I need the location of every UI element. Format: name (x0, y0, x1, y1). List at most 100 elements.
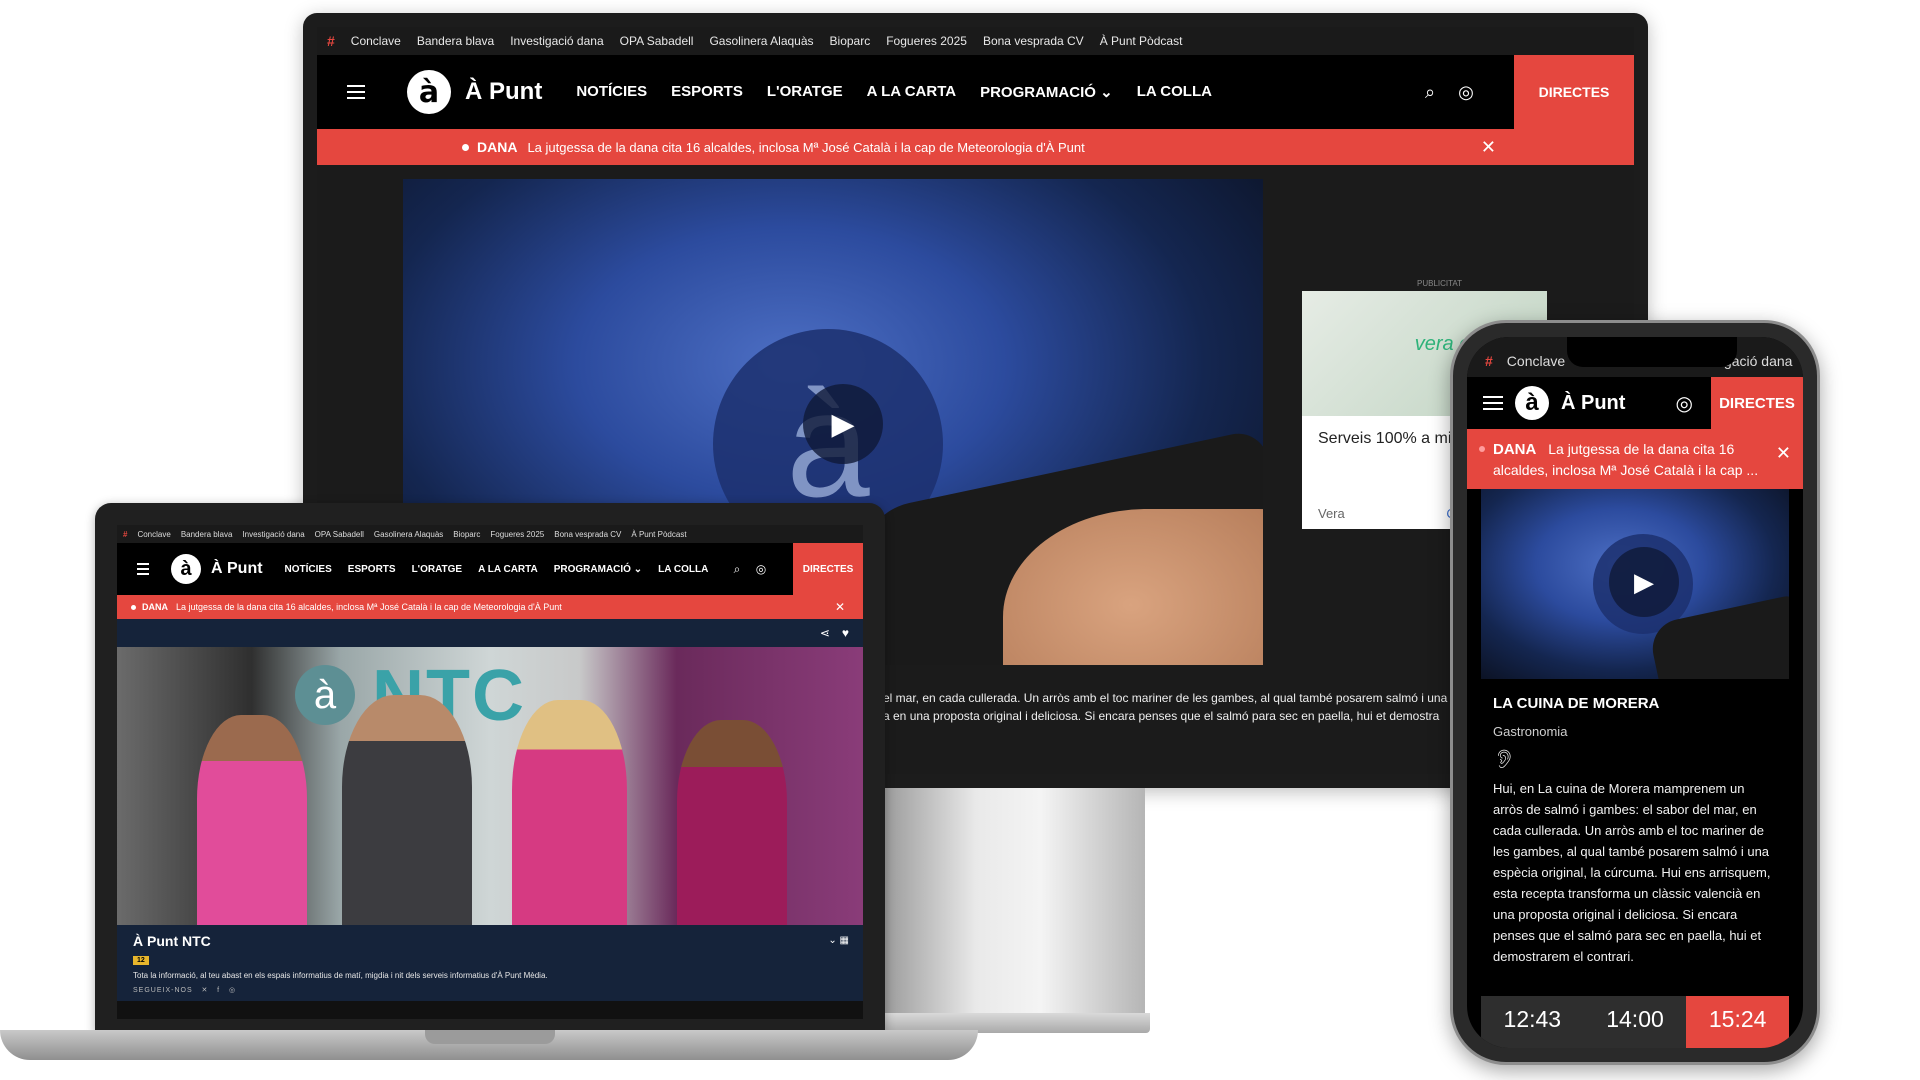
device-mockup: # Conclave Bandera blava Investigació da… (0, 0, 1920, 1080)
topbar: # Conclave Bandera blava Investigació da… (317, 27, 1634, 55)
close-icon[interactable]: ✕ (1481, 137, 1496, 158)
topbar-link[interactable]: OPA Sabadell (620, 34, 694, 48)
topbar-link[interactable]: Fogueres 2025 (490, 530, 544, 539)
instagram-icon[interactable]: ◎ (223, 987, 236, 994)
directes-button[interactable]: DIRECTES (793, 543, 863, 595)
logo-mark: à (295, 665, 355, 725)
x-icon[interactable]: ✕ (196, 987, 209, 994)
alert-banner[interactable]: DANA La jutgessa de la dana cita 16 alca… (1467, 429, 1803, 489)
chevron-down-icon: ⌄ (633, 563, 643, 575)
heart-icon[interactable]: ♥ (842, 626, 849, 640)
schedule-time[interactable]: 12:43 (1481, 996, 1584, 1048)
laptop: # Conclave Bandera blava Investigació da… (95, 503, 885, 1033)
program-title: À Punt NTC (133, 933, 211, 949)
user-icon[interactable]: ◎ (1676, 391, 1693, 416)
topbar-link[interactable]: À Punt Pòdcast (1100, 34, 1183, 48)
nav-item-noticies[interactable]: NOTÍCIES (285, 564, 332, 575)
program-title: LA CUINA DE MORERA (1493, 695, 1660, 712)
topbar-link[interactable]: Bona vesprada CV (554, 530, 621, 539)
directes-button[interactable]: DIRECTES (1711, 377, 1803, 429)
alert-tag: DANA (1493, 441, 1537, 458)
nav-item-oratge[interactable]: L'ORATGE (767, 83, 843, 101)
navbar: à À Punt NOTÍCIES ESPORTS L'ORATGE A LA … (317, 55, 1634, 129)
topbar-link[interactable]: Bioparc (453, 530, 480, 539)
nav-item-esports[interactable]: ESPORTS (348, 564, 396, 575)
nav-item-esports[interactable]: ESPORTS (671, 83, 743, 101)
logo[interactable]: à À Punt (407, 70, 542, 114)
user-icon[interactable]: ◎ (749, 562, 773, 576)
social-label: SEGUEIX-NOS (133, 987, 193, 994)
alert-dot (131, 604, 136, 610)
topbar-link[interactable]: OPA Sabadell (315, 530, 364, 539)
logo-mark: à (407, 70, 451, 114)
schedule-time-current[interactable]: 15:24 (1686, 996, 1790, 1048)
nav-actions: ⌕ ◎ DIRECTES (1412, 55, 1634, 129)
share-icon[interactable]: ⋖ (820, 626, 830, 640)
menu-icon[interactable] (347, 85, 365, 99)
topbar-link[interactable]: Bandera blava (181, 530, 233, 539)
user-icon[interactable]: ◎ (1448, 82, 1484, 103)
video-player[interactable]: ▶ (1481, 489, 1789, 679)
topbar-link[interactable]: Gasolinera Alaquàs (374, 530, 443, 539)
facebook-icon[interactable]: f (211, 987, 220, 994)
alert-text[interactable]: La jutgessa de la dana cita 16 alcaldes,… (527, 140, 1084, 155)
chevron-down-icon: ⌄ (1100, 84, 1113, 101)
topbar-link[interactable]: Conclave (351, 34, 401, 48)
nav-item-programacio[interactable]: PROGRAMACIÓ ⌄ (554, 564, 642, 575)
close-icon[interactable]: ✕ (1776, 443, 1791, 463)
presenter-image (677, 720, 787, 925)
logo-mark: à (171, 554, 201, 584)
hash-icon: # (1485, 353, 1493, 369)
nav-item-programacio[interactable]: PROGRAMACIÓ ⌄ (980, 83, 1113, 101)
topbar-link[interactable]: Bona vesprada CV (983, 34, 1084, 48)
topbar-link[interactable]: Investigació dana (510, 34, 603, 48)
schedule-time[interactable]: 14:00 (1583, 996, 1687, 1048)
topbar-link[interactable]: Conclave (1507, 353, 1565, 369)
main-nav: NOTÍCIES ESPORTS L'ORATGE A LA CARTA PRO… (285, 564, 709, 575)
menu-icon[interactable] (137, 563, 149, 575)
topbar-link[interactable]: Bandera blava (417, 34, 494, 48)
program-info: À Punt NTC 12 Tota la informació, al teu… (117, 925, 863, 1001)
program-category[interactable]: Gastronomia (1493, 724, 1777, 739)
nav-item-la-colla[interactable]: LA COLLA (658, 564, 708, 575)
ad-label: PUBLICITAT (1417, 279, 1463, 288)
nav-item-a-la-carta[interactable]: A LA CARTA (867, 83, 956, 101)
topbar-link[interactable]: Investigació dana (242, 530, 304, 539)
program-description: Tota la informació, al teu abast en els … (133, 971, 548, 980)
nav-item-a-la-carta[interactable]: A LA CARTA (478, 564, 538, 575)
logo-text: À Punt (465, 78, 543, 105)
nav-item-la-colla[interactable]: LA COLLA (1137, 83, 1212, 101)
nav-item-oratge[interactable]: L'ORATGE (412, 564, 463, 575)
nav-item-label: PROGRAMACIÓ (980, 84, 1096, 101)
search-icon[interactable]: ⌕ (725, 562, 749, 577)
play-icon[interactable]: ▶ (803, 384, 883, 464)
schedule-strip: 12:43 14:00 15:24 (1481, 996, 1790, 1048)
topbar-link[interactable]: Bioparc (830, 34, 871, 48)
laptop-screen: # Conclave Bandera blava Investigació da… (117, 525, 863, 1019)
logo[interactable]: à À Punt (1515, 386, 1625, 420)
presenter-image (197, 715, 307, 925)
alert-banner[interactable]: DANA La jutgessa de la dana cita 16 alca… (117, 595, 863, 619)
hash-icon: # (123, 529, 128, 539)
program-hero-image: à NTC (117, 647, 863, 925)
topbar-link[interactable]: Fogueres 2025 (886, 34, 967, 48)
alert-banner[interactable]: DANA La jutgessa de la dana cita 16 alca… (317, 129, 1634, 165)
logo-text: À Punt (211, 560, 263, 577)
topbar-link[interactable]: Gasolinera Alaquàs (709, 34, 813, 48)
logo[interactable]: à À Punt (171, 554, 263, 584)
topbar-link[interactable]: Conclave (137, 530, 170, 539)
share-bar: ⋖ ♥ (117, 619, 863, 647)
age-rating-badge: 12 (133, 956, 149, 965)
nav-item-noticies[interactable]: NOTÍCIES (576, 83, 647, 101)
phone: # Conclave Bandera blava Investigació da… (1450, 320, 1820, 1065)
menu-icon[interactable] (1483, 396, 1503, 410)
logo-text: À Punt (1561, 391, 1626, 414)
search-icon[interactable]: ⌕ (1412, 82, 1448, 103)
nav-item-label: PROGRAMACIÓ (553, 563, 631, 575)
play-icon[interactable]: ▶ (1609, 547, 1679, 617)
close-icon[interactable]: ✕ (835, 600, 845, 614)
topbar-link[interactable]: À Punt Pòdcast (631, 530, 686, 539)
directes-button[interactable]: DIRECTES (1514, 55, 1634, 129)
alert-text[interactable]: La jutgessa de la dana cita 16 alcaldes,… (176, 602, 562, 612)
calendar-icon[interactable]: ⌄ ▦ (828, 935, 849, 946)
